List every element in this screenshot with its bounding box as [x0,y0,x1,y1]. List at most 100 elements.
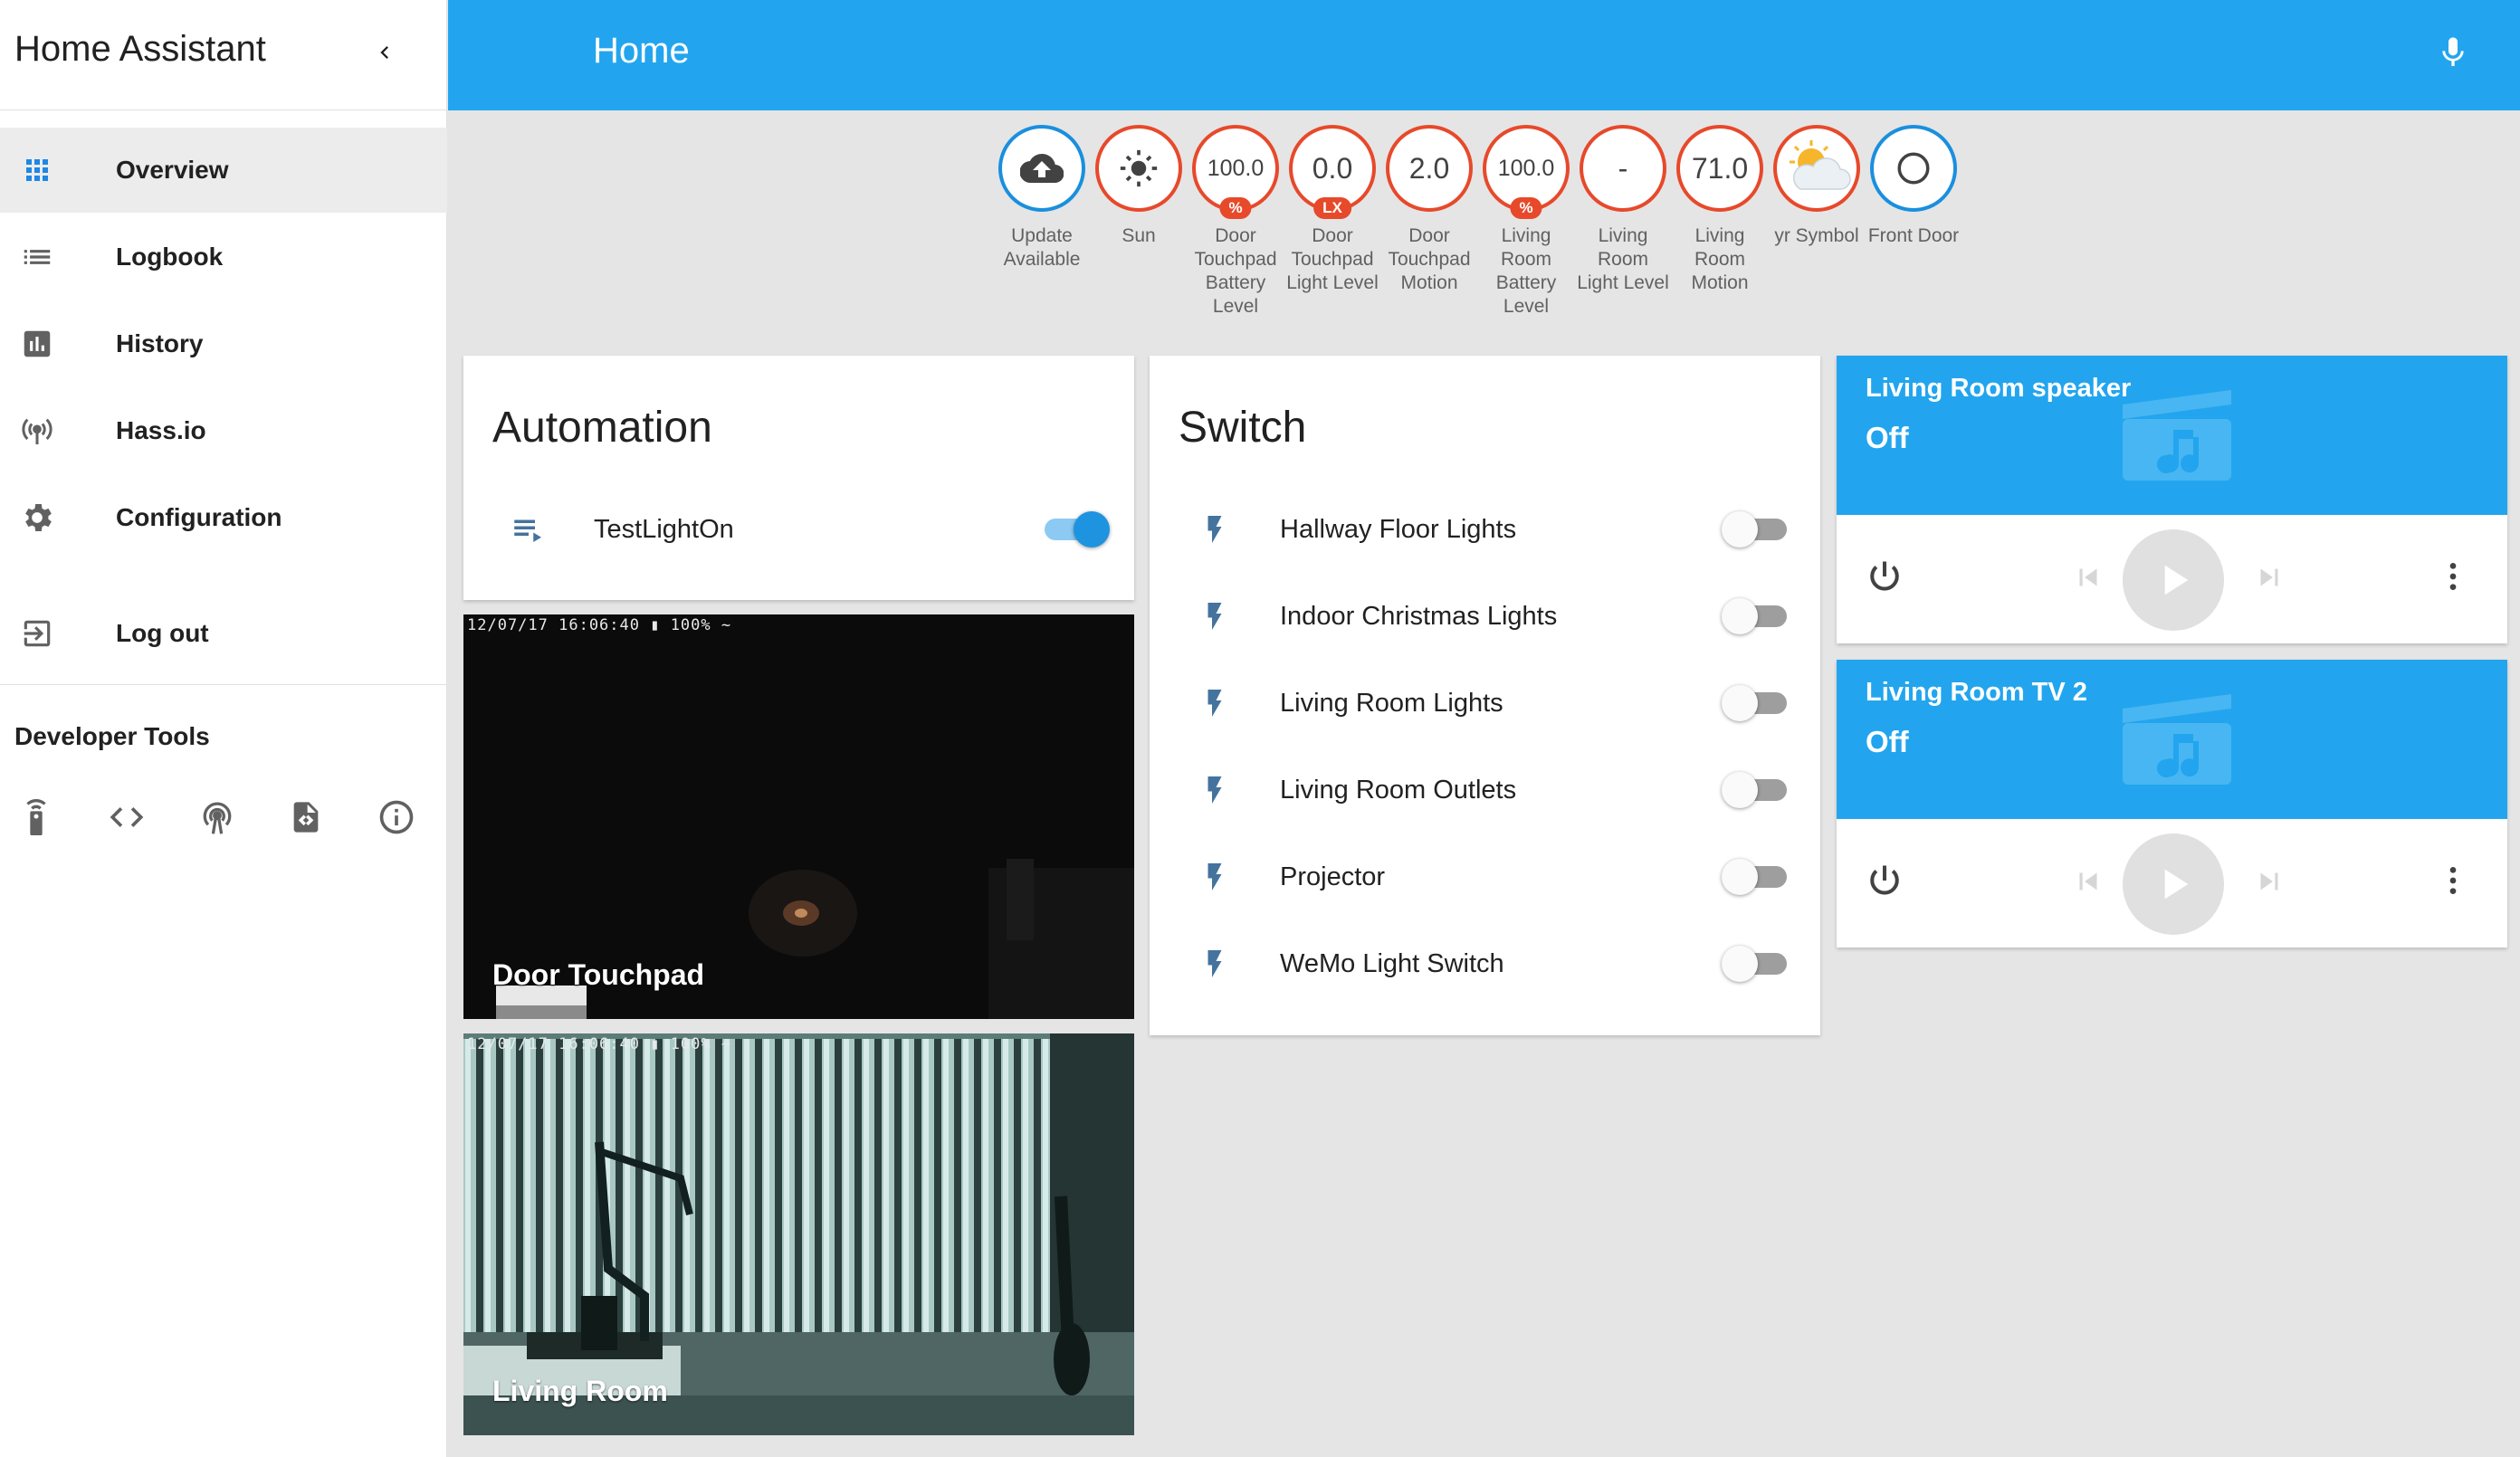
automation-toggle[interactable] [1037,508,1110,551]
play-button[interactable] [2123,529,2224,631]
play-button[interactable] [2123,833,2224,935]
badge-value: 0.0 [1312,151,1353,185]
toggle-knob [1722,685,1758,721]
exit-icon [18,614,56,652]
badge-label: Living Room Light Level [1577,225,1669,293]
chevron-left-icon [380,46,388,59]
switch-item-label: WeMo Light Switch [1280,949,1504,978]
badge-door-touchpad-light-level[interactable]: 0.0 LX Door Touchpad Light Level [1285,125,1379,295]
badge-sun[interactable]: Sun [1092,125,1186,248]
sidebar-item-configuration[interactable]: Configuration [0,475,447,560]
switch-toggle-projector[interactable] [1722,855,1794,899]
sidebar-item-label: Log out [116,619,209,647]
movie-music-icon [2123,694,2231,785]
switch-toggle-indoor-christmas-lights[interactable] [1722,595,1794,638]
power-button[interactable] [1855,851,1914,910]
switch-card: Switch Hallway Floor Lights Indoor Chris… [1150,356,1820,1035]
badge-living-room-light-level[interactable]: - Living Room Light Level [1576,125,1670,295]
flash-icon [1193,768,1236,812]
badge-value: 100.0 [1497,155,1555,181]
toggle-knob [1074,511,1110,548]
camera-living-room[interactable]: 12/07/17 16:06:40 ▮ 100% ~ Living Room [463,1033,1134,1435]
camera-label: Living Room [492,1375,668,1407]
badge-update-available[interactable]: Update Available [995,125,1089,271]
badge-circle [1773,125,1860,212]
page-title: Home [593,31,690,71]
code-tags-icon[interactable] [101,792,152,843]
badge-living-room-battery-level[interactable]: 100.0 % Living Room Battery Level [1479,125,1573,319]
badge-circle: 2.0 [1386,125,1473,212]
previous-track-button[interactable] [2063,552,2114,603]
power-button[interactable] [1855,547,1914,606]
media-header: Living Room TV 2 Off [1837,660,2507,819]
sidebar-item-label: History [116,329,204,357]
sidebar: Home Assistant Overview Logbook History … [0,0,447,1457]
media-player-card-living-room-speaker: Living Room speaker Off [1837,356,2507,643]
camera-timestamp: 12/07/17 16:06:40 ▮ 100% ~ [467,616,732,634]
camera-timestamp: 12/07/17 16:06:40 ▮ 100% ~ [467,1035,732,1053]
sidebar-item-overview[interactable]: Overview [0,128,447,213]
switch-toggle-living-room-lights[interactable] [1722,681,1794,725]
switch-toggle-wemo-light-switch[interactable] [1722,942,1794,986]
more-options-button[interactable] [2430,853,2476,908]
badge-label: Update Available [1003,225,1081,270]
collapse-sidebar-button[interactable] [362,27,407,78]
badge-door-touchpad-battery-level[interactable]: 100.0 % Door Touchpad Battery Level [1188,125,1283,319]
file-code-icon[interactable] [281,792,331,843]
flash-icon [1193,595,1236,638]
next-track-button[interactable] [2244,552,2295,603]
gear-icon [18,499,56,537]
broadcast-icon [18,412,56,450]
power-icon [1870,865,1899,895]
badge-label: Door Touchpad Battery Level [1194,225,1277,317]
badge-value: 2.0 [1408,151,1450,185]
list-icon [18,238,56,276]
top-app-bar: Home [448,0,2520,110]
badge-unit: LX [1313,197,1351,219]
flash-icon [1193,855,1236,899]
camera-door-touchpad[interactable]: 12/07/17 16:06:40 ▮ 100% ~ Door Touchpad [463,614,1134,1019]
badge-label: Front Door [1867,225,1960,246]
badge-living-room-motion[interactable]: 71.0 Living Room Motion [1673,125,1767,295]
voice-command-button[interactable] [2426,25,2480,80]
switch-toggle-hallway-floor-lights[interactable] [1722,508,1794,551]
skip-next-icon [2260,872,2278,890]
sidebar-item-logout[interactable]: Log out [0,591,447,676]
info-icon[interactable] [371,792,422,843]
apps-grid-icon [18,151,56,189]
badge-label: Living Room Motion [1691,225,1749,293]
chart-bar-icon [18,325,56,363]
badge-value: 71.0 [1691,151,1749,185]
dots-vertical-icon [2449,563,2457,590]
badge-unit: % [1510,197,1542,219]
next-track-button[interactable] [2244,856,2295,907]
remote-icon[interactable] [11,792,62,843]
badge-circle: 0.0 LX [1289,125,1376,219]
badge-label: Door Touchpad Motion [1388,225,1471,293]
skip-next-icon [2260,568,2278,586]
sidebar-item-history[interactable]: History [0,301,447,386]
app-title: Home Assistant [14,29,266,69]
sidebar-item-logbook[interactable]: Logbook [0,214,447,300]
badge-circle: 71.0 [1676,125,1763,212]
skip-previous-icon [2079,872,2097,890]
flash-icon [1193,942,1236,986]
sidebar-item-hassio[interactable]: Hass.io [0,388,447,473]
broadcast-tower-icon[interactable] [192,792,243,843]
partly-cloudy-icon [1790,140,1851,190]
switch-item-label: Projector [1280,862,1386,891]
badge-circle [998,125,1085,212]
toggle-knob [1722,772,1758,808]
switch-toggle-living-room-outlets[interactable] [1722,768,1794,812]
play-icon [2164,565,2189,595]
badge-front-door[interactable]: Front Door [1866,125,1961,248]
badge-yr-symbol[interactable]: yr Symbol [1770,125,1864,248]
previous-track-button[interactable] [2063,856,2114,907]
badge-door-touchpad-motion[interactable]: 2.0 Door Touchpad Motion [1382,125,1476,295]
media-player-name: Living Room speaker [1866,374,2132,403]
card-title: Automation [492,404,712,452]
switch-item-label: Indoor Christmas Lights [1280,602,1558,631]
automation-card: Automation TestLightOn [463,356,1134,600]
more-options-button[interactable] [2430,549,2476,604]
playlist-play-icon [507,508,550,551]
